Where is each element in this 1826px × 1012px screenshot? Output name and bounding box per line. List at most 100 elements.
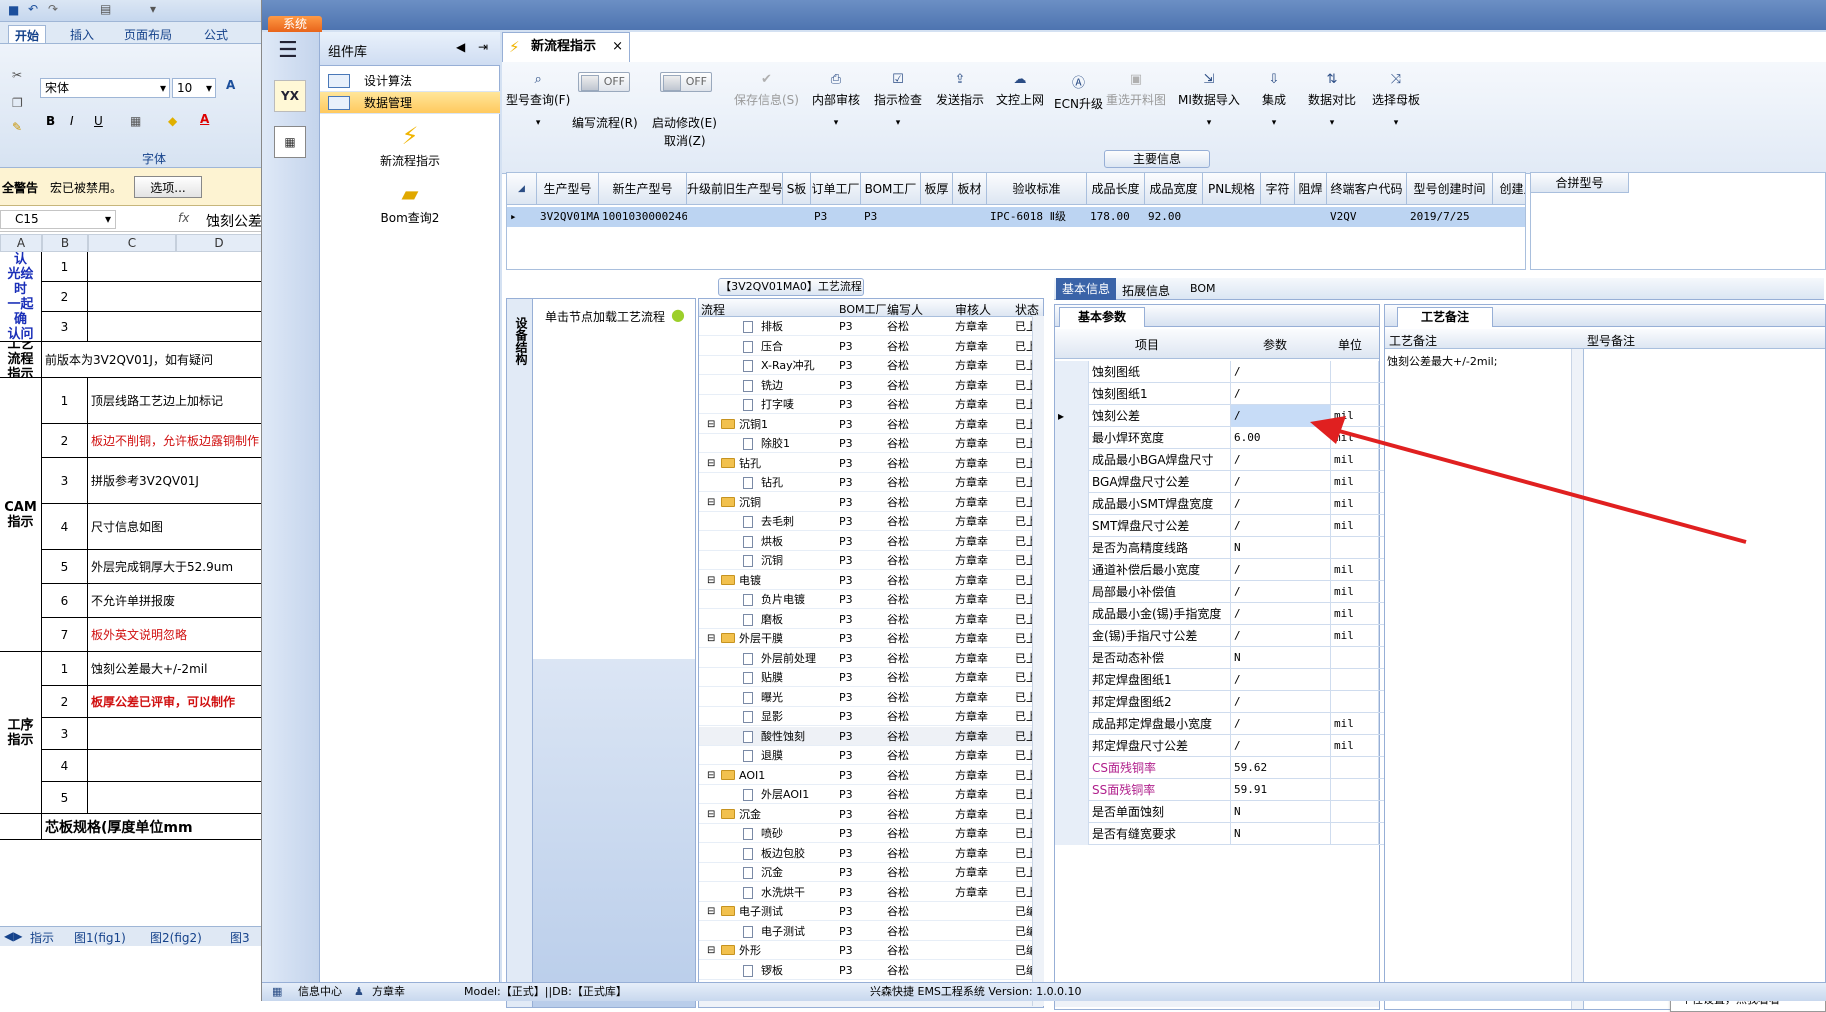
excel-tab-formula[interactable]: 公式	[198, 25, 234, 43]
column-header[interactable]: 板材	[953, 173, 987, 205]
column-header[interactable]: 成品长度	[1087, 173, 1145, 205]
param-value[interactable]: /	[1231, 625, 1331, 647]
table-cell[interactable]: P3	[811, 207, 861, 227]
table-cell[interactable]	[1493, 207, 1525, 227]
fill-color-icon[interactable]: ◆	[168, 114, 177, 128]
col-header-c[interactable]: C	[88, 234, 176, 252]
column-header[interactable]: 成品宽度	[1145, 173, 1203, 205]
excel-cell-b[interactable]: 2	[42, 424, 88, 458]
excel-cell-c[interactable]: 拼版参考3V2QV01J	[88, 458, 261, 504]
table-cell[interactable]	[687, 207, 783, 227]
underline-icon[interactable]: U	[94, 114, 103, 128]
table-row[interactable]: 局部最小补偿值 / mil	[1055, 581, 1427, 603]
excel-cell-a[interactable]: 待确认 光绘时 一起确 认问题	[0, 252, 42, 342]
format-painter-icon[interactable]: ✎	[12, 120, 22, 134]
tab-basic-info[interactable]: 基本信息	[1056, 278, 1117, 300]
table-cell[interactable]: 92.00	[1145, 207, 1203, 227]
expand-icon[interactable]: ⊟	[707, 415, 715, 434]
excel-cell-b[interactable]: 3	[42, 458, 88, 504]
excel-cell-c[interactable]: 芯板规格(厚度单位mm	[42, 814, 261, 840]
flow-tree-row[interactable]: X-Ray冲孔P3谷松方章幸已上网	[699, 356, 1039, 375]
flow-tree-row[interactable]: 排板P3谷松方章幸已上网	[699, 317, 1039, 336]
flow-tree-row[interactable]: 沉金P3谷松方章幸已上网	[699, 863, 1039, 882]
table-cell[interactable]: 3V2QV01MA0	[537, 207, 599, 227]
param-value[interactable]: N	[1231, 647, 1331, 669]
name-box[interactable]: C15 ▾	[0, 210, 116, 229]
param-value[interactable]: /	[1231, 669, 1331, 691]
flow-tree-row[interactable]: 外层AOI1P3谷松方章幸已上网	[699, 785, 1039, 804]
table-row[interactable]: 邦定焊盘尺寸公差 / mil	[1055, 735, 1427, 757]
yx-app-icon[interactable]: YX	[274, 80, 306, 112]
excel-cell-c[interactable]: 板厚公差已评审，可以制作	[88, 686, 261, 718]
table-row[interactable]: SS面残铜率 59.91	[1055, 779, 1427, 801]
cancel-label[interactable]: 取消(Z)	[664, 132, 706, 149]
excel-cell-b[interactable]: 3	[42, 312, 88, 342]
sheet-tab-0[interactable]: 指示	[30, 929, 54, 946]
font-name-select[interactable]: 宋体 ▾	[40, 78, 170, 98]
table-cell[interactable]: V2QV	[1327, 207, 1407, 227]
formula-input[interactable]: 蚀刻公差	[206, 211, 261, 231]
table-row[interactable]: ▸ 3V2QV01MA010010300002463 P3P3 IPC-6018 Ⅱ级…	[507, 207, 1525, 227]
excel-cell-c[interactable]: 不允许单拼报废	[88, 584, 261, 618]
excel-cell-c[interactable]: 板边不削铜，允许板边露铜制作	[88, 424, 261, 458]
excel-cell-b[interactable]: 2	[42, 686, 88, 718]
options-button[interactable]: 选项...	[134, 176, 202, 198]
comp-item-data[interactable]: 数据管理	[320, 92, 500, 114]
table-cell[interactable]	[953, 207, 987, 227]
excel-cell-c[interactable]	[88, 782, 261, 814]
excel-cell-c[interactable]	[88, 750, 261, 782]
integrate-button[interactable]: ⇩ 集成 ▾	[1262, 72, 1286, 128]
table-row[interactable]: 邦定焊盘图纸1/	[1055, 669, 1427, 691]
copy-icon[interactable]: ❐	[12, 96, 23, 110]
flow-tree-row[interactable]: 磨板P3谷松方章幸已上网	[699, 610, 1039, 629]
flow-tree-row[interactable]: 负片电镀P3谷松方章幸已上网	[699, 590, 1039, 609]
basic-params-tab[interactable]: 基本参数	[1059, 307, 1145, 327]
flow-tree-row[interactable]: 电子测试P3谷松已编写	[699, 922, 1039, 941]
reselect-cutting-button[interactable]: ▣ 重选开料图	[1106, 72, 1166, 108]
excel-cell-c[interactable]: 外层完成铜厚大于52.9um	[88, 550, 261, 584]
flow-tree-row[interactable]: 锣板P3谷松已编写	[699, 961, 1039, 980]
excel-cell-b[interactable]: 1	[42, 252, 88, 282]
flow-tree-row[interactable]: ⊟沉铜P3谷松方章幸已上网	[699, 493, 1039, 512]
italic-icon[interactable]: I	[70, 114, 74, 128]
table-cell[interactable]	[1203, 207, 1261, 227]
param-value[interactable]: N	[1231, 823, 1331, 845]
column-header[interactable]: 订单工厂	[811, 173, 861, 205]
flow-tree-row[interactable]: 铣边P3谷松方章幸已上网	[699, 376, 1039, 395]
excel-cell-b[interactable]: 7	[42, 618, 88, 652]
cut-icon[interactable]: ✂	[12, 68, 22, 82]
table-row[interactable]: 蚀刻图纸 /	[1055, 361, 1427, 383]
model-query-button[interactable]: ⌕ 型号查询(F) ▾	[506, 72, 570, 128]
column-header[interactable]: 新生产型号	[599, 173, 687, 205]
column-header[interactable]: BOM工厂	[861, 173, 921, 205]
excel-cell-c[interactable]: 前版本为3V2QV01J，如有疑问	[42, 342, 261, 378]
mi-import-button[interactable]: ⇲ MI数据导入 ▾	[1178, 72, 1240, 128]
flow-tree-row[interactable]: 曝光P3谷松方章幸已上网	[699, 688, 1039, 707]
table-cell[interactable]: 178.00	[1087, 207, 1145, 227]
comp-item-design[interactable]: 设计算法	[320, 70, 500, 92]
table-cell[interactable]: P3	[861, 207, 921, 227]
table-row[interactable]: 通道补偿后最小宽度 / mil	[1055, 559, 1427, 581]
excel-cell-b[interactable]: 6	[42, 584, 88, 618]
table-cell[interactable]	[1261, 207, 1295, 227]
param-value[interactable]: /	[1231, 603, 1331, 625]
column-header[interactable]: 终端客户代码	[1327, 173, 1407, 205]
tab-bom[interactable]: BOM	[1190, 282, 1216, 295]
column-header[interactable]: 阻焊	[1295, 173, 1327, 205]
tab-extended-info[interactable]: 拓展信息	[1122, 282, 1170, 299]
excel-cell-a[interactable]: 工艺流程 指示	[0, 342, 42, 378]
excel-tab-insert[interactable]: 插入	[64, 25, 100, 43]
col-header-d[interactable]: D	[176, 234, 261, 252]
system-tab[interactable]: 系统	[268, 16, 322, 32]
font-size-select[interactable]: 10 ▾	[172, 78, 216, 98]
internal-review-button[interactable]: ⎙ 内部审核 ▾	[812, 72, 860, 128]
save-icon[interactable]: ■	[8, 3, 19, 17]
param-value[interactable]: /	[1231, 361, 1331, 383]
craft-notes-tab[interactable]: 工艺备注	[1397, 307, 1493, 327]
excel-cell-b[interactable]: 1	[42, 378, 88, 424]
flow-tree-row[interactable]: 水洗烘干P3谷松方章幸已上网	[699, 883, 1039, 902]
flow-tree-row[interactable]: 退膜P3谷松方章幸已上网	[699, 746, 1039, 765]
doc-control-upload-button[interactable]: ☁ 文控上网	[996, 72, 1044, 108]
param-value[interactable]: /	[1231, 713, 1331, 735]
expand-icon[interactable]: ⊟	[707, 805, 715, 824]
